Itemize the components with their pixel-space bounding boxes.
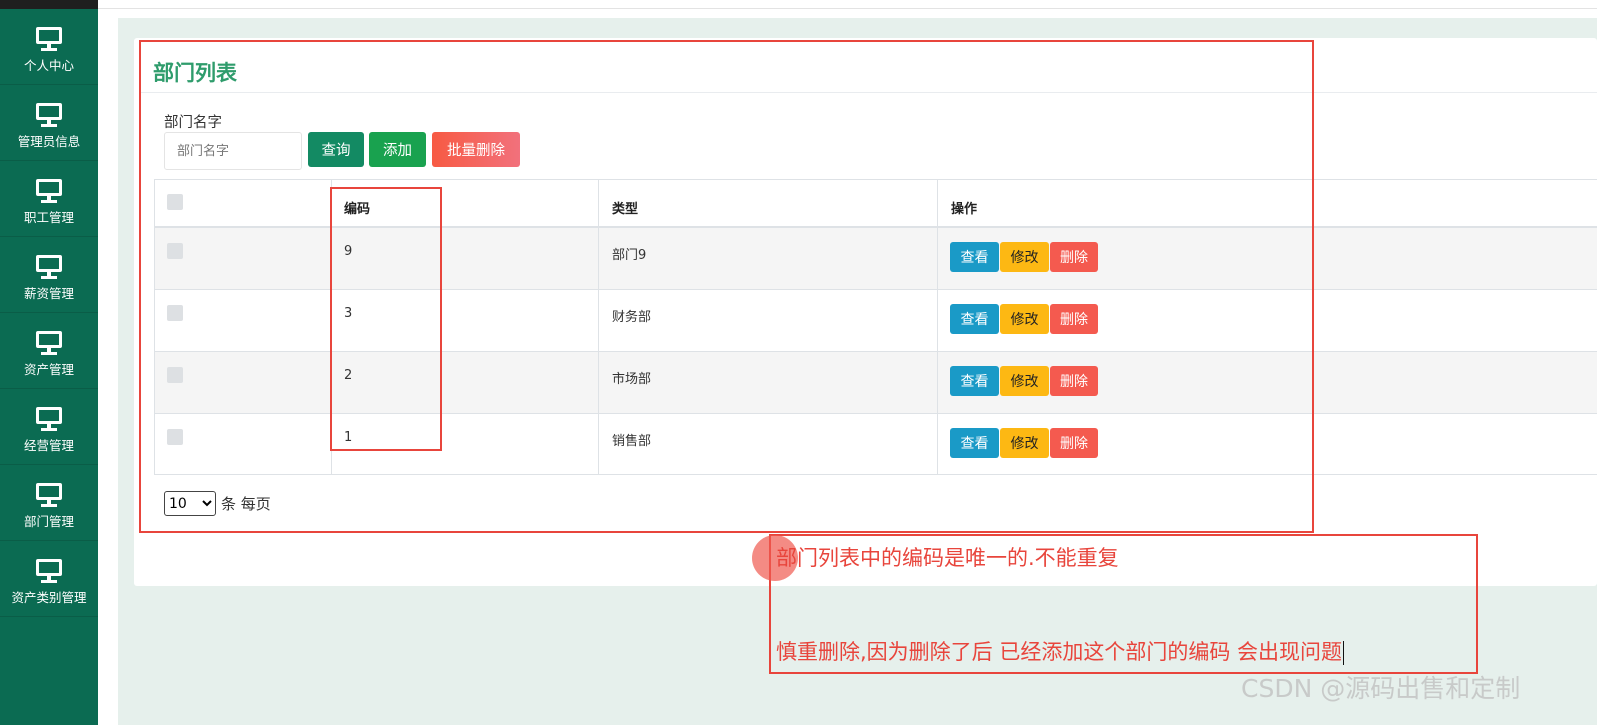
column-header-type: 类型 [612, 202, 639, 217]
title-divider [140, 92, 1597, 93]
type-cell: 部门9 [612, 248, 647, 263]
monitor-icon [35, 331, 63, 357]
row-checkbox[interactable] [167, 305, 183, 321]
sidebar-item-salary[interactable]: 薪资管理 [0, 237, 98, 313]
search-label: 部门名字 [164, 115, 222, 131]
type-cell: 销售部 [612, 434, 652, 449]
sidebar-gutter [98, 9, 118, 725]
sidebar-item-label: 经营管理 [23, 438, 74, 453]
code-cell: 9 [344, 244, 353, 259]
monitor-icon [35, 27, 63, 53]
annotation-note-delete-warning: 慎重删除,因为删除了后 已经添加这个部门的编码 会出现问题 [776, 636, 1345, 666]
annotation-note-unique-code: 部门列表中的编码是唯一的.不能重复 [776, 546, 1119, 570]
code-cell: 2 [344, 368, 353, 383]
table-row: 9 部门9 查看 修改 删除 [155, 228, 1597, 290]
type-cell: 财务部 [612, 310, 652, 325]
column-divider [598, 180, 599, 474]
sidebar-item-label: 部门管理 [23, 514, 74, 529]
sidebar-item-label: 职工管理 [23, 210, 74, 225]
delete-button[interactable]: 删除 [1050, 242, 1098, 272]
table-row: 3 财务部 查看 修改 删除 [155, 290, 1597, 352]
column-header-code: 编码 [344, 202, 371, 217]
batch-delete-button[interactable]: 批量删除 [432, 132, 520, 167]
table-header: 编码 类型 操作 [155, 180, 1597, 228]
watermark: CSDN @源码出售和定制 [1241, 674, 1521, 703]
row-checkbox[interactable] [167, 243, 183, 259]
edit-button[interactable]: 修改 [1000, 304, 1049, 334]
edit-button[interactable]: 修改 [1000, 428, 1049, 458]
top-bar [0, 0, 1597, 9]
sidebar-item-admin-info[interactable]: 管理员信息 [0, 85, 98, 161]
page-size-select[interactable]: 10 [164, 491, 216, 516]
table-row: 1 销售部 查看 修改 删除 [155, 414, 1597, 476]
sidebar: 个人中心 管理员信息 职工管理 薪资管理 资产管理 经营管理 部门管理 资产类别… [0, 9, 98, 725]
select-all-checkbox[interactable] [167, 194, 183, 210]
top-bar-dark-segment [0, 0, 98, 9]
monitor-icon [35, 103, 63, 129]
delete-button[interactable]: 删除 [1050, 304, 1098, 334]
sidebar-item-departments[interactable]: 部门管理 [0, 465, 98, 541]
view-button[interactable]: 查看 [950, 242, 999, 272]
row-checkbox[interactable] [167, 367, 183, 383]
edit-button[interactable]: 修改 [1000, 242, 1049, 272]
sidebar-item-label: 薪资管理 [23, 286, 74, 301]
view-button[interactable]: 查看 [950, 366, 999, 396]
sidebar-item-label: 资产管理 [23, 362, 74, 377]
code-cell: 1 [344, 430, 353, 445]
monitor-icon [35, 407, 63, 433]
type-cell: 市场部 [612, 372, 652, 387]
monitor-icon [35, 255, 63, 281]
sidebar-item-staff[interactable]: 职工管理 [0, 161, 98, 237]
query-button[interactable]: 查询 [308, 132, 364, 167]
pagination: 10 条 每页 [164, 491, 271, 516]
column-header-actions: 操作 [951, 202, 978, 217]
sidebar-item-personal-center[interactable]: 个人中心 [0, 9, 98, 85]
sidebar-item-label: 资产类别管理 [11, 590, 87, 605]
sidebar-item-asset-categories[interactable]: 资产类别管理 [0, 541, 98, 617]
code-cell: 3 [344, 306, 353, 321]
text-caret [1343, 641, 1345, 665]
department-name-input[interactable] [164, 132, 302, 170]
delete-button[interactable]: 删除 [1050, 366, 1098, 396]
monitor-icon [35, 559, 63, 585]
edit-button[interactable]: 修改 [1000, 366, 1049, 396]
view-button[interactable]: 查看 [950, 304, 999, 334]
view-button[interactable]: 查看 [950, 428, 999, 458]
sidebar-item-label: 个人中心 [23, 58, 74, 73]
annotation-note-text: 慎重删除,因为删除了后 已经添加这个部门的编码 会出现问题 [776, 640, 1343, 664]
table-row: 2 市场部 查看 修改 删除 [155, 352, 1597, 414]
department-table: 编码 类型 操作 9 部门9 查看 修改 删除 3 财务部 查看 修改 删除 2… [154, 179, 1597, 475]
column-divider [937, 180, 938, 474]
column-divider [331, 180, 332, 474]
add-button[interactable]: 添加 [369, 132, 426, 167]
sidebar-item-label: 管理员信息 [17, 134, 81, 149]
sidebar-item-operations[interactable]: 经营管理 [0, 389, 98, 465]
delete-button[interactable]: 删除 [1050, 428, 1098, 458]
sidebar-item-assets[interactable]: 资产管理 [0, 313, 98, 389]
row-checkbox[interactable] [167, 429, 183, 445]
page-title: 部门列表 [153, 61, 237, 85]
monitor-icon [35, 483, 63, 509]
monitor-icon [35, 179, 63, 205]
page-size-suffix: 条 每页 [221, 495, 271, 513]
